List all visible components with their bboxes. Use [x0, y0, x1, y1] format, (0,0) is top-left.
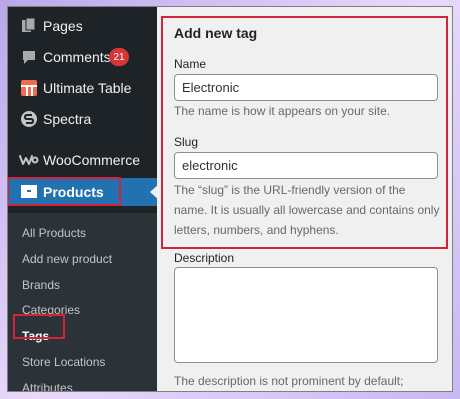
- sidebar-item-woocommerce[interactable]: WooCommerce: [8, 146, 157, 174]
- products-submenu: All Products Add new product Brands Cate…: [8, 213, 157, 391]
- sidebar-item-spectra[interactable]: Spectra: [8, 105, 157, 133]
- submenu-item-store-locations[interactable]: Store Locations: [22, 355, 105, 369]
- comment-count-badge: 21: [109, 48, 129, 66]
- description-help-text: The description is not prominent by defa…: [174, 374, 404, 388]
- submenu-item-add-new-product[interactable]: Add new product: [22, 252, 112, 266]
- sidebar-item-comments[interactable]: Comments 21: [8, 43, 157, 71]
- sidebar-item-label: Comments: [43, 49, 111, 65]
- sidebar-item-products[interactable]: Products: [8, 178, 158, 206]
- slug-help-text: The “slug” is the URL-friendly version o…: [174, 183, 440, 237]
- sidebar-item-label: Pages: [43, 18, 83, 34]
- sidebar-item-label: WooCommerce: [43, 152, 140, 168]
- submenu-item-attributes[interactable]: Attributes: [22, 381, 73, 391]
- admin-sidebar: Pages Comments 21 Ultimate Table Spectra…: [8, 7, 158, 391]
- admin-window: Pages Comments 21 Ultimate Table Spectra…: [7, 6, 453, 392]
- sidebar-item-label: Spectra: [43, 111, 92, 127]
- description-label: Description: [174, 251, 235, 265]
- sidebar-item-label: Products: [43, 184, 104, 200]
- submenu-item-all-products[interactable]: All Products: [22, 226, 86, 240]
- woocommerce-icon: [19, 150, 39, 170]
- submenu-item-categories[interactable]: Categories: [22, 303, 80, 317]
- products-icon: [19, 182, 39, 202]
- pages-icon: [19, 16, 39, 36]
- name-label: Name: [174, 57, 207, 71]
- name-help-text: The name is how it appears on your site.: [174, 104, 391, 118]
- table-icon: [19, 78, 39, 98]
- submenu-item-brands[interactable]: Brands: [22, 278, 60, 292]
- description-textarea[interactable]: [174, 267, 438, 363]
- sidebar-item-label: Ultimate Table: [43, 80, 132, 96]
- screenshot-frame: Pages Comments 21 Ultimate Table Spectra…: [0, 0, 460, 399]
- main-content: Add new tag Name The name is how it appe…: [157, 7, 452, 391]
- spectra-icon: [19, 109, 39, 129]
- comments-icon: [19, 47, 39, 67]
- submenu-item-tags[interactable]: Tags: [22, 329, 49, 343]
- sidebar-item-pages[interactable]: Pages: [8, 12, 157, 40]
- sidebar-item-ultimate-table[interactable]: Ultimate Table: [8, 74, 157, 102]
- slug-input[interactable]: [174, 152, 438, 179]
- slug-label: Slug: [174, 135, 199, 149]
- form-title: Add new tag: [174, 25, 258, 41]
- name-input[interactable]: [174, 74, 438, 101]
